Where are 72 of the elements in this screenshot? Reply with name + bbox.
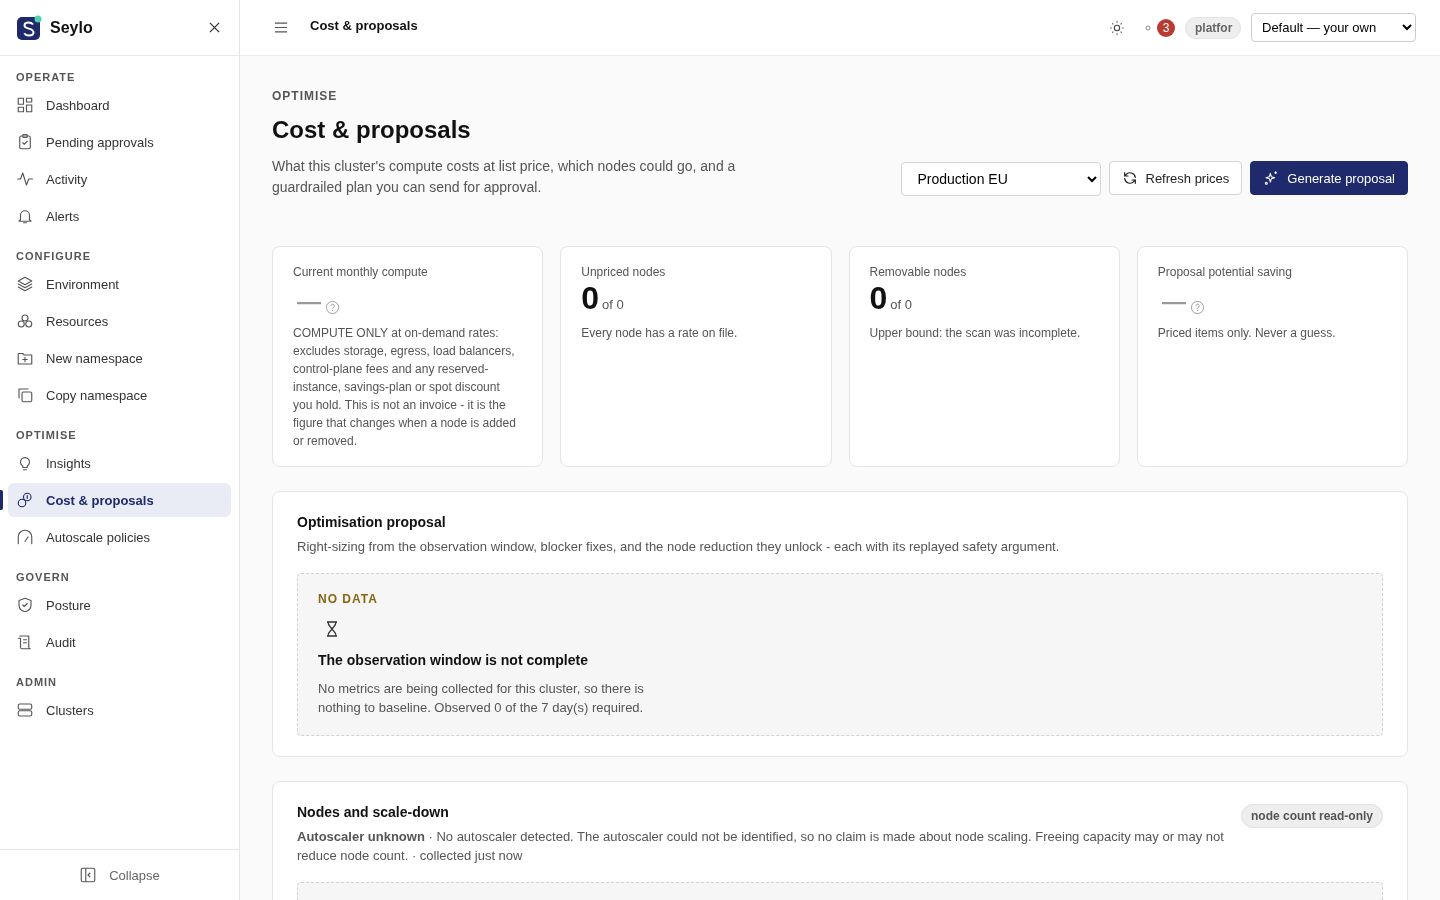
sun-icon[interactable] [1109,19,1125,36]
bell-icon [16,207,34,225]
close-icon[interactable] [209,22,220,33]
sidebar-item[interactable]: Dashboard [8,88,231,122]
sparkle-icon [1263,170,1280,186]
sidebar-item[interactable]: New namespace [8,341,231,375]
cluster-select[interactable]: Production EU [900,162,1101,196]
sidebar-item[interactable]: Copy namespace [8,378,231,412]
stat-total: of 0 [890,297,912,312]
panel-title: Optimisation proposal [297,514,447,530]
status-icon [1145,24,1151,31]
sidebar-item[interactable]: Insights [8,446,231,480]
stat-label: Proposal potential saving [1157,265,1293,279]
panel-description: Right-sizing from the observation window, blocker fixes, and the node reduction they unlock - each with its replayed safety argument. [297,538,1061,556]
clipboard-icon [16,133,34,151]
panel-title: Nodes and scale-down [297,804,450,820]
sidebar-item[interactable]: Clusters [8,693,231,727]
scope-select[interactable]: Default — your own [1251,13,1416,42]
sidebar-item[interactable]: Posture [8,588,231,622]
sidebar-item[interactable]: Resources [8,304,231,338]
section-heading: ADMIN [15,675,59,690]
stat-value: 0 [869,279,888,317]
notification-count[interactable]: 3 [1157,18,1175,37]
active-indicator [0,490,3,510]
shield-check-icon [16,596,34,614]
pulse-icon [16,170,34,188]
refresh-icon [1121,170,1138,186]
sidebar-item[interactable]: Pending approvals [8,125,231,159]
sidebar-item[interactable]: Autoscale policies [8,520,231,554]
sidebar-item[interactable]: Audit [8,625,231,659]
section-eyebrow: OPTIMISE [272,89,339,103]
section-heading: GOVERN [15,570,71,585]
copy-icon [16,386,34,404]
gauge-icon [16,528,34,546]
stat-value: 0 [581,279,600,317]
sidebar-toggle-icon [79,866,98,884]
sidebar-item[interactable]: Alerts [8,199,231,233]
refresh-button[interactable]: Refresh prices [1108,161,1243,195]
stat-total: of 0 [602,297,624,312]
generate-button[interactable]: Generate proposal [1250,161,1408,195]
scroll-icon [16,633,34,651]
hourglass-icon [326,621,338,637]
coins-icon [16,491,34,509]
stat-label: Current monthly compute [293,265,429,279]
page-title: Cost & proposals [310,18,418,33]
layers-icon [16,275,34,293]
section-heading: CONFIGURE [15,249,92,264]
stat-note: Upper bound: the scan was incomplete. [869,325,1082,342]
section-heading: OPTIMISE [15,428,78,443]
page-description: What this cluster's compute costs at list price, which nodes could go, and a guardrailed plan you can send for approval. [272,157,737,197]
stat-note: Every node has a rate on file. [581,325,739,342]
read-only-badge: node count read-only [1241,804,1383,828]
stat-note: COMPUTE ONLY at on-demand rates: excludes storage, egress, load balancers, control-plane fees and any reserved-instance, savings-plan or spot discount you hold. This is not an invoice - it is the figure that changes when a node is added or removed. [293,325,517,450]
section-heading: OPERATE [15,70,77,85]
collapse-button[interactable]: Collapse [75,862,164,888]
no-data-label: NO DATA [318,592,379,606]
page-heading: Cost & proposals [272,116,472,144]
sidebar-item[interactable]: Activity [8,162,231,196]
stat-label: Unpriced nodes [581,265,667,279]
stat-label: Removable nodes [869,265,968,279]
server-icon [16,701,34,719]
brand-name: Seylo [50,18,93,37]
menu-icon[interactable] [274,21,288,34]
empty-title: The observation window is not complete [318,652,589,668]
empty-text: No metrics are being collected for this cluster, so there is nothing to baseline. Observed 0 of the 7 day(s) required. [318,680,645,717]
panel-description: Autoscaler unknown · No autoscaler detected. The autoscaler could not be identified, so no claim is made about node scaling. Freeing capacity may or may not reduce node count. · collected just now [297,828,1225,865]
logo-icon [16,14,42,41]
grid-icon [16,96,34,114]
sidebar-item[interactable]: Environment [8,267,231,301]
stat-note: Priced items only. Never a guess. [1157,325,1337,342]
circles-icon [16,312,34,330]
user-chip[interactable]: platfor [1185,16,1241,39]
